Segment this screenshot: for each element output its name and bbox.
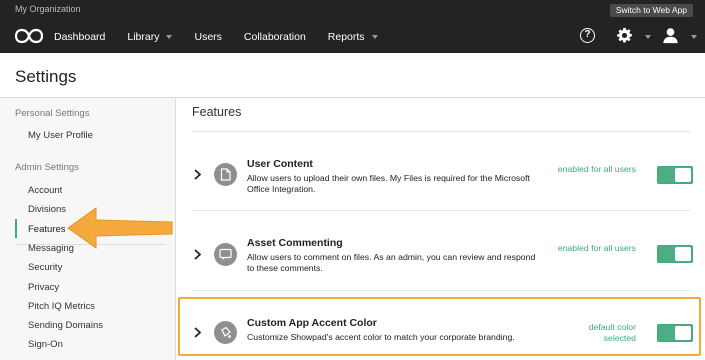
feature-toggle[interactable]: [657, 166, 693, 184]
comment-icon: [214, 243, 237, 266]
page-header: Settings: [0, 53, 705, 98]
annotation-arrow-icon: [67, 207, 173, 249]
nav-users[interactable]: Users: [194, 31, 221, 43]
divider: [192, 210, 690, 211]
toggle-knob: [675, 168, 691, 182]
nav-library[interactable]: Library: [127, 31, 173, 43]
chevron-down-icon: [166, 35, 173, 39]
section-heading: Features: [192, 105, 242, 119]
sidebar-item-sending-domains[interactable]: Sending Domains: [28, 320, 103, 331]
admin-settings-heading: Admin Settings: [15, 162, 79, 173]
nav-reports[interactable]: Reports: [328, 31, 378, 43]
personal-settings-heading: Personal Settings: [15, 108, 90, 119]
feature-title: User Content: [247, 158, 313, 170]
toggle-knob: [675, 247, 691, 261]
page-title: Settings: [15, 67, 77, 86]
feature-row-asset-commenting: Asset Commenting Allow users to comment …: [192, 220, 702, 290]
nav-library-label: Library: [127, 31, 160, 43]
nav-collaboration-label: Collaboration: [243, 31, 306, 43]
sidebar-item-my-user-profile[interactable]: My User Profile: [28, 130, 93, 141]
top-bar: My Organization Switch to Web App Dashbo…: [0, 0, 705, 53]
nav-collaboration[interactable]: Collaboration: [244, 31, 306, 43]
active-indicator: [15, 219, 17, 238]
divider: [192, 131, 690, 132]
sidebar-item-privacy[interactable]: Privacy: [28, 282, 59, 293]
sidebar-item-pitch-iq-metrics[interactable]: Pitch IQ Metrics: [28, 301, 95, 312]
sidebar-item-divisions[interactable]: Divisions: [28, 204, 66, 215]
user-icon[interactable]: [662, 27, 679, 44]
feature-description: Allow users to comment on files. As an a…: [247, 252, 536, 273]
organization-name: My Organization: [15, 4, 81, 14]
main-nav: Dashboard Library Users Collaboration Re…: [54, 31, 400, 43]
nav-users-label: Users: [194, 31, 222, 43]
feature-title: Asset Commenting: [247, 237, 343, 249]
chevron-down-icon[interactable]: [645, 35, 651, 39]
feature-row-user-content: User Content Allow users to upload their…: [192, 140, 702, 210]
nav-dashboard-label: Dashboard: [54, 31, 106, 43]
chevron-down-icon[interactable]: [691, 35, 697, 39]
chevron-right-icon[interactable]: [194, 249, 201, 260]
sidebar-item-account[interactable]: Account: [28, 185, 62, 196]
nav-dashboard[interactable]: Dashboard: [54, 31, 105, 43]
feature-description: Allow users to upload their own files. M…: [247, 173, 530, 194]
nav-reports-label: Reports: [327, 31, 365, 43]
switch-to-web-app-button[interactable]: Switch to Web App: [609, 4, 693, 17]
sidebar-item-sign-on[interactable]: Sign-On: [28, 339, 63, 350]
feature-toggle[interactable]: [657, 245, 693, 263]
gear-icon[interactable]: [616, 27, 633, 44]
chevron-down-icon: [371, 35, 378, 39]
divider: [192, 290, 690, 291]
chevron-right-icon[interactable]: [194, 169, 201, 180]
highlight-box: [178, 297, 701, 356]
document-icon: [214, 163, 237, 186]
help-icon[interactable]: ?: [580, 28, 595, 43]
showpad-logo-icon[interactable]: [15, 28, 43, 44]
feature-status: enabled for all users: [557, 243, 636, 253]
feature-status: enabled for all users: [557, 164, 636, 174]
sidebar-item-features[interactable]: Features: [28, 224, 66, 235]
sidebar-item-security[interactable]: Security: [28, 262, 62, 273]
